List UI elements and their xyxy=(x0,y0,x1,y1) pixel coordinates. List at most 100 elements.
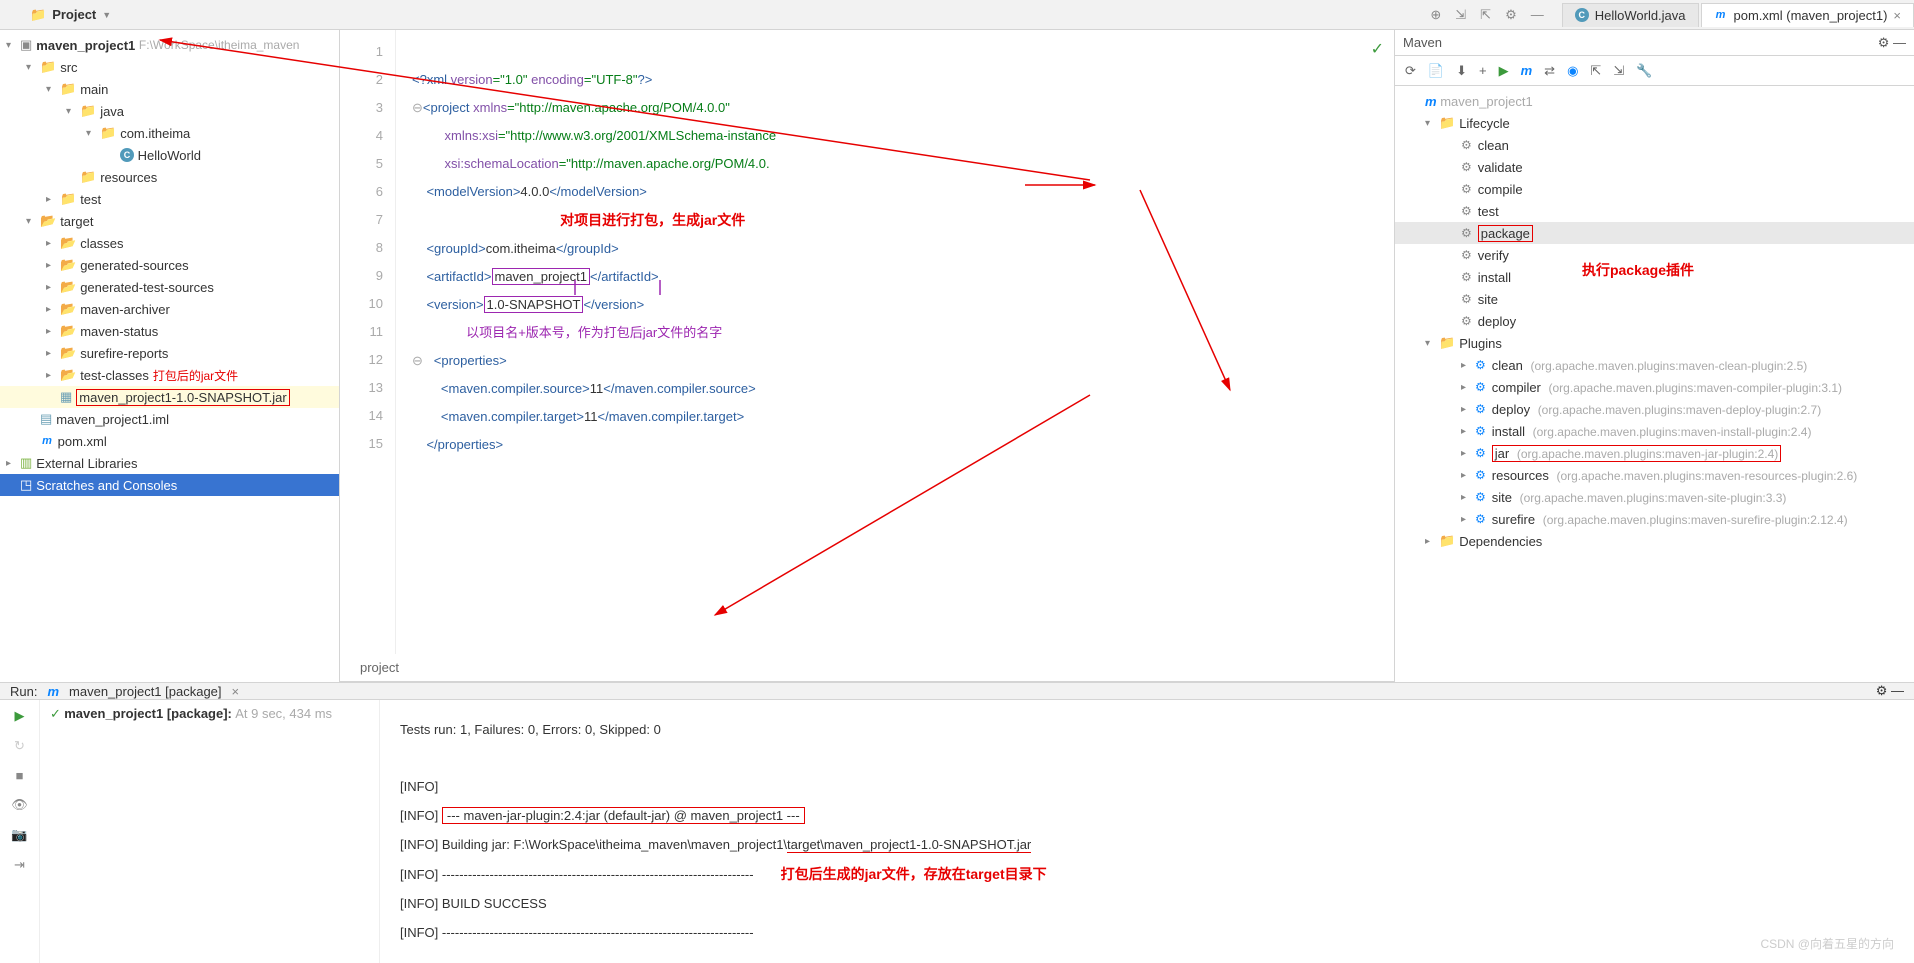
breadcrumb: project xyxy=(340,654,1394,682)
gear-icon[interactable]: ⚙ — xyxy=(1876,683,1904,699)
close-icon[interactable]: × xyxy=(232,684,240,699)
gear-icon[interactable]: ⚙ — xyxy=(1878,35,1906,51)
run-status: maven_project1 [package]: xyxy=(64,706,232,721)
tree-src[interactable]: ▾📁src xyxy=(0,56,339,78)
gear-icon[interactable]: ⚙ xyxy=(1505,7,1517,23)
maven-tree[interactable]: m maven_project1 ▾📁Lifecycle ⚙clean⚙vali… xyxy=(1395,86,1914,682)
top-toolbar: 📁 Project ⊕ ⇲ ⇱ ⚙ — C HelloWorld.java m … xyxy=(0,0,1914,30)
tab-label: pom.xml (maven_project1) xyxy=(1734,8,1888,23)
stop-icon[interactable]: ■ xyxy=(16,768,24,783)
plugin-resources[interactable]: ▸⚙resources (org.apache.maven.plugins:ma… xyxy=(1395,464,1914,486)
close-icon[interactable]: × xyxy=(1893,8,1901,23)
tree-generated-sources[interactable]: ▸📂generated-sources xyxy=(0,254,339,276)
rerun-icon[interactable]: ▶ xyxy=(15,708,25,724)
project-tree[interactable]: ▾▣maven_project1 F:\WorkSpace\itheima_ma… xyxy=(0,30,340,682)
mvn-lifecycle[interactable]: ▾📁Lifecycle xyxy=(1395,112,1914,134)
tree-hello[interactable]: C HelloWorld xyxy=(0,144,339,166)
wrench-icon[interactable]: 🔧 xyxy=(1636,63,1652,79)
tree-surefire-reports[interactable]: ▸📂surefire-reports xyxy=(0,342,339,364)
tab-pom[interactable]: m pom.xml (maven_project1) × xyxy=(1701,3,1914,27)
plugin-jar[interactable]: ▸⚙jar (org.apache.maven.plugins:maven-ja… xyxy=(1395,442,1914,464)
annotation-exec: 执行package插件 xyxy=(1582,260,1694,280)
tree-classes[interactable]: ▸📂classes xyxy=(0,232,339,254)
jar-name: maven_project1-1.0-SNAPSHOT.jar xyxy=(76,389,289,406)
camera-icon[interactable]: 📷 xyxy=(11,827,27,843)
run-icon[interactable]: ▶ xyxy=(1499,63,1509,79)
view-icon[interactable]: 👁 xyxy=(11,797,28,813)
tree-pom[interactable]: m pom.xml xyxy=(0,430,339,452)
show-icon[interactable]: ⇲ xyxy=(1613,63,1624,79)
run-panel: Run: m maven_project1 [package] × ⚙ — ▶ … xyxy=(0,682,1914,962)
exit-icon[interactable]: ⇥ xyxy=(14,857,25,873)
code-content[interactable]: ✓<?xml version="1.0" encoding="UTF-8"?> … xyxy=(396,30,1394,654)
goal-clean[interactable]: ⚙clean xyxy=(1395,134,1914,156)
reload-icon[interactable]: ⟳ xyxy=(1405,63,1416,79)
tab-label: HelloWorld.java xyxy=(1595,8,1686,23)
tree-iml[interactable]: ▤maven_project1.iml xyxy=(0,408,339,430)
mvn-plugins[interactable]: ▾📁Plugins xyxy=(1395,332,1914,354)
tree-generated-test-sources[interactable]: ▸📂generated-test-sources xyxy=(0,276,339,298)
add-icon[interactable]: + xyxy=(1479,63,1487,78)
project-dropdown[interactable]: 📁 Project xyxy=(0,7,123,23)
tab-helloworld[interactable]: C HelloWorld.java xyxy=(1562,3,1699,27)
line-gutter: 123456789101112131415 xyxy=(340,30,396,654)
tree-label: src xyxy=(60,60,77,75)
java-icon: C xyxy=(120,148,134,162)
hide-icon[interactable]: — xyxy=(1531,7,1544,23)
plugin-install[interactable]: ▸⚙install (org.apache.maven.plugins:mave… xyxy=(1395,420,1914,442)
success-icon: ✓ xyxy=(50,706,61,721)
tree-scratches[interactable]: ◳Scratches and Consoles xyxy=(0,474,339,496)
tree-resources[interactable]: 📁resources xyxy=(0,166,339,188)
watermark: CSDN @向着五星的方向 xyxy=(1760,935,1894,952)
goal-deploy[interactable]: ⚙deploy xyxy=(1395,310,1914,332)
run-meta: At 9 sec, 434 ms xyxy=(235,706,332,721)
tree-test[interactable]: ▸📁test xyxy=(0,188,339,210)
tree-main[interactable]: ▾📁main xyxy=(0,78,339,100)
plugin-surefire[interactable]: ▸⚙surefire (org.apache.maven.plugins:mav… xyxy=(1395,508,1914,530)
tree-jar[interactable]: ▦maven_project1-1.0-SNAPSHOT.jar xyxy=(0,386,339,408)
expand-icon[interactable]: ⇲ xyxy=(1455,7,1466,23)
tree-label: test xyxy=(80,192,101,207)
root-label: maven_project1 xyxy=(36,38,135,53)
goal-compile[interactable]: ⚙compile xyxy=(1395,178,1914,200)
stop-icon[interactable]: ↻ xyxy=(14,738,25,754)
plugin-compiler[interactable]: ▸⚙compiler (org.apache.maven.plugins:mav… xyxy=(1395,376,1914,398)
tree-pkg[interactable]: ▾📁com.itheima xyxy=(0,122,339,144)
tree-ext-lib[interactable]: ▸▥External Libraries xyxy=(0,452,339,474)
goal-test[interactable]: ⚙test xyxy=(1395,200,1914,222)
goal-validate[interactable]: ⚙validate xyxy=(1395,156,1914,178)
download-icon[interactable]: ⬇ xyxy=(1456,63,1467,79)
jar-icon: ▦ xyxy=(60,389,72,405)
java-icon: C xyxy=(1575,8,1589,22)
plugin-site[interactable]: ▸⚙site (org.apache.maven.plugins:maven-s… xyxy=(1395,486,1914,508)
tree-root[interactable]: ▾▣maven_project1 F:\WorkSpace\itheima_ma… xyxy=(0,34,339,56)
tree-java[interactable]: ▾📁java xyxy=(0,100,339,122)
tree-target[interactable]: ▾📂target xyxy=(0,210,339,232)
plugin-clean[interactable]: ▸⚙clean (org.apache.maven.plugins:maven-… xyxy=(1395,354,1914,376)
console-output[interactable]: Tests run: 1, Failures: 0, Errors: 0, Sk… xyxy=(380,700,1914,963)
goal-site[interactable]: ⚙site xyxy=(1395,288,1914,310)
toggle-icon[interactable]: ⇄ xyxy=(1544,63,1555,79)
tree-label: target xyxy=(60,214,93,229)
tree-label: Scratches and Consoles xyxy=(36,478,177,493)
run-tree[interactable]: ✓ maven_project1 [package]: At 9 sec, 43… xyxy=(40,700,380,963)
generate-icon[interactable]: 📄 xyxy=(1428,63,1444,79)
maven-icon: m xyxy=(40,434,54,448)
tree-label: main xyxy=(80,82,108,97)
goal-package[interactable]: ⚙package xyxy=(1395,222,1914,244)
jar-output-path: target\maven_project1-1.0-SNAPSHOT.jar xyxy=(787,837,1031,853)
tree-maven-status[interactable]: ▸📂maven-status xyxy=(0,320,339,342)
tree-maven-archiver[interactable]: ▸📂maven-archiver xyxy=(0,298,339,320)
run-config[interactable]: maven_project1 [package] xyxy=(69,684,221,699)
collapse-icon[interactable]: ⇱ xyxy=(1480,7,1491,23)
maven-icon[interactable]: m xyxy=(1521,63,1533,78)
mvn-deps[interactable]: ▸📁Dependencies xyxy=(1395,530,1914,552)
collapse-icon[interactable]: ⇱ xyxy=(1590,63,1601,79)
mvn-project[interactable]: m maven_project1 xyxy=(1395,90,1914,112)
plugin-deploy[interactable]: ▸⚙deploy (org.apache.maven.plugins:maven… xyxy=(1395,398,1914,420)
skip-tests-icon[interactable]: ◉ xyxy=(1567,63,1578,79)
target-icon[interactable]: ⊕ xyxy=(1430,7,1441,23)
file-icon: ▤ xyxy=(40,411,52,427)
check-icon: ✓ xyxy=(1371,36,1384,64)
tree-test-classes[interactable]: ▸📂test-classes打包后的jar文件 xyxy=(0,364,339,386)
